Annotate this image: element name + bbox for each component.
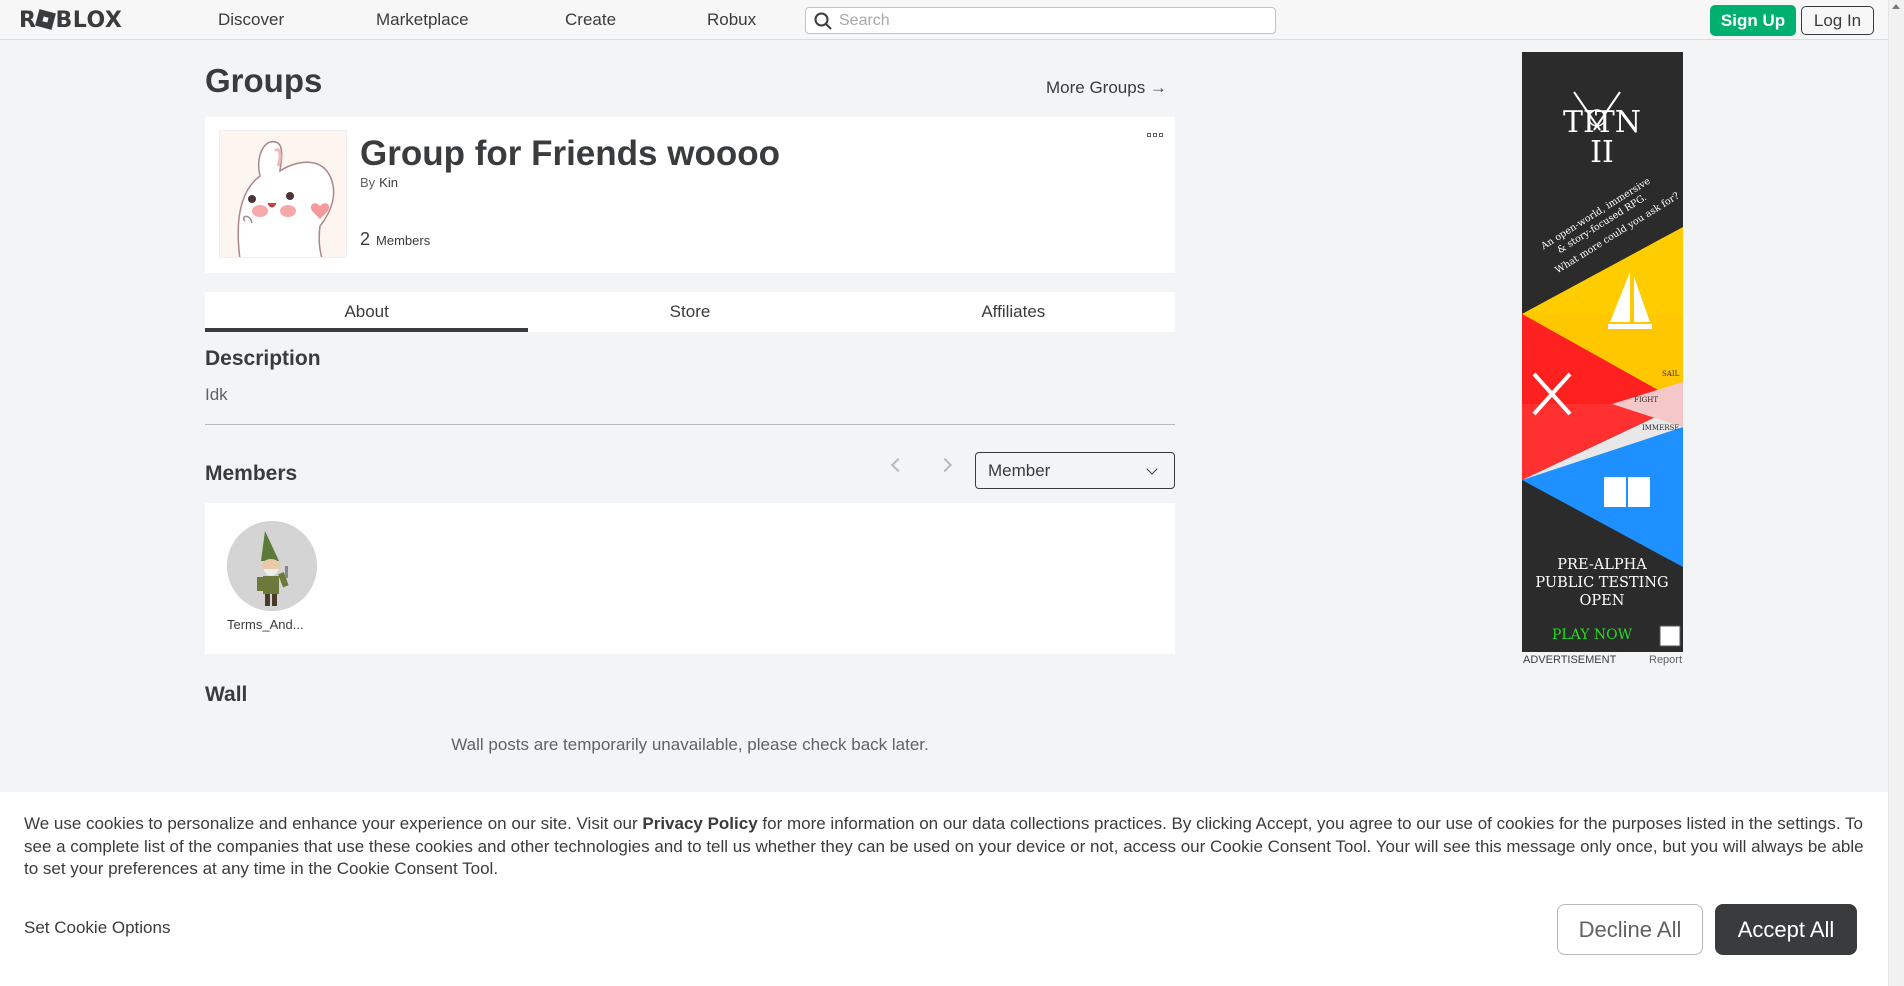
tab-affiliates[interactable]: Affiliates — [852, 292, 1175, 332]
nav-robux[interactable]: Robux — [707, 10, 756, 30]
nav-discover[interactable]: Discover — [218, 10, 284, 30]
wall-message: Wall posts are temporarily unavailable, … — [451, 735, 929, 754]
group-name: Group for Friends woooo — [360, 134, 780, 173]
group-tabs: About Store Affiliates — [205, 292, 1175, 332]
search-input[interactable] — [839, 11, 1239, 30]
members-heading: Members — [205, 462, 298, 485]
tab-about[interactable]: About — [205, 292, 529, 332]
member-name[interactable]: Terms_And... — [227, 617, 317, 632]
signup-button[interactable]: Sign Up — [1710, 5, 1796, 36]
nav-create[interactable]: Create — [565, 10, 616, 30]
ad-fight-label: FIGHT — [1634, 396, 1658, 404]
ad-status-line1: PRE-ALPHA — [1557, 557, 1647, 573]
decline-all-button[interactable]: Decline All — [1557, 904, 1703, 955]
gnome-avatar-image — [227, 521, 317, 611]
top-nav: R BLOX Discover Marketplace Create Robux … — [0, 0, 1888, 40]
ad-qr-icon — [1659, 625, 1681, 647]
ad-title-line2: II — [1590, 135, 1614, 170]
set-cookie-options-link[interactable]: Set Cookie Options — [24, 918, 170, 938]
wall-heading: Wall — [205, 683, 248, 706]
nav-marketplace[interactable]: Marketplace — [376, 10, 469, 30]
roblox-logo[interactable]: R BLOX — [19, 8, 122, 33]
ad-report-link[interactable]: Report — [1649, 654, 1682, 666]
search-bar[interactable] — [805, 7, 1276, 34]
advertisement-banner[interactable]: TITN II An open-world, immersive & story… — [1522, 52, 1683, 652]
accept-all-button[interactable]: Accept All — [1715, 904, 1857, 955]
more-groups-link[interactable]: More Groups → — [1046, 78, 1167, 98]
scroll-up-arrow-icon[interactable] — [1892, 4, 1900, 9]
member-count-label: Members — [376, 233, 431, 248]
group-emblem — [219, 130, 347, 258]
divider — [205, 424, 1175, 425]
cookie-text-before: We use cookies to personalize and enhanc… — [24, 814, 643, 833]
chevron-down-icon — [1146, 463, 1158, 475]
member-count: 2 Members — [360, 229, 430, 250]
role-dropdown[interactable]: Member — [975, 452, 1175, 489]
owner-link[interactable]: Kin — [379, 175, 398, 190]
bunny-emblem-image — [220, 131, 346, 257]
cookie-banner: We use cookies to personalize and enhanc… — [0, 792, 1888, 986]
privacy-policy-link[interactable]: Privacy Policy — [642, 814, 757, 833]
login-button[interactable]: Log In — [1801, 6, 1874, 35]
group-owner: By Kin — [360, 175, 398, 190]
ad-status-line2: PUBLIC TESTING — [1535, 575, 1668, 591]
members-list: Terms_And... — [205, 503, 1175, 654]
page-title: Groups — [205, 62, 323, 99]
role-selected-value: Member — [988, 460, 1051, 480]
member-count-number: 2 — [360, 229, 371, 249]
search-icon — [814, 12, 832, 30]
cookie-message: We use cookies to personalize and enhanc… — [24, 813, 1874, 881]
tab-store[interactable]: Store — [528, 292, 851, 332]
advertisement-label: ADVERTISEMENT — [1523, 654, 1617, 666]
ad-status-line3: OPEN — [1580, 593, 1625, 609]
ad-play-now[interactable]: PLAY NOW — [1552, 627, 1633, 643]
ad-immerse-label: IMMERSE — [1642, 424, 1679, 432]
ad-sail-label: SAIL — [1662, 370, 1680, 378]
description-heading: Description — [205, 347, 321, 370]
member-avatar[interactable] — [227, 521, 317, 611]
next-page-icon[interactable] — [937, 457, 953, 473]
group-header-card: Group for Friends woooo By Kin 2 Members — [205, 117, 1175, 273]
description-text: Idk — [205, 385, 228, 404]
more-options-icon[interactable] — [1147, 133, 1163, 137]
scrollbar[interactable] — [1888, 0, 1904, 986]
owner-by-label: By — [360, 175, 376, 190]
prev-page-icon[interactable] — [890, 457, 906, 473]
